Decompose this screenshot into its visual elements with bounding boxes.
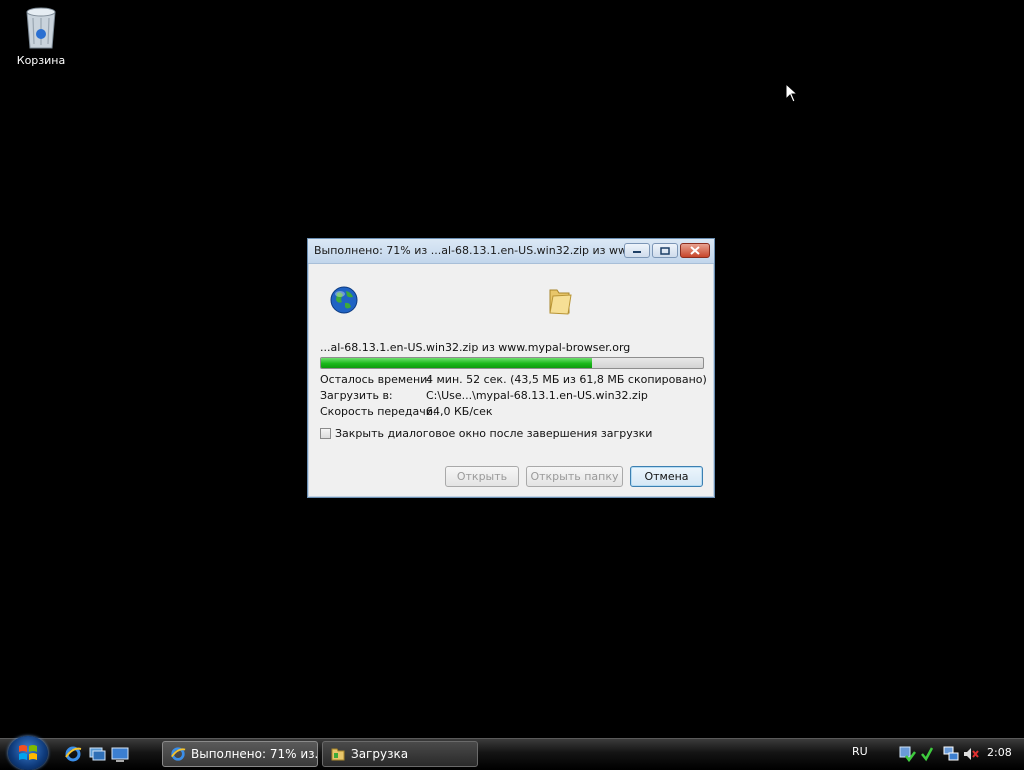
minimize-icon xyxy=(633,250,641,253)
language-indicator[interactable]: RU xyxy=(852,745,868,758)
open-button[interactable]: Открыть xyxy=(445,466,519,487)
maximize-button[interactable] xyxy=(652,243,678,258)
info-value: 64,0 КБ/сек xyxy=(426,405,493,418)
clock[interactable]: 2:08 xyxy=(987,746,1012,759)
minimize-button[interactable] xyxy=(624,243,650,258)
globe-icon xyxy=(330,286,358,314)
switch-windows-icon[interactable] xyxy=(88,745,106,763)
maximize-icon xyxy=(660,246,670,255)
start-button[interactable] xyxy=(8,736,48,770)
checkmark-icon[interactable] xyxy=(920,745,934,763)
info-row-time-left: Осталось времени:4 мин. 52 сек. (43,5 МБ… xyxy=(320,373,707,386)
info-row-transfer-rate: Скорость передачи:64,0 КБ/сек xyxy=(320,405,493,418)
info-value: 4 мин. 52 сек. (43,5 МБ из 61,8 МБ скопи… xyxy=(426,373,707,386)
download-progress-fill xyxy=(321,358,593,368)
download-dialog: Выполнено: 71% из ...al-68.13.1.en-US.wi… xyxy=(307,238,715,498)
info-label: Осталось времени: xyxy=(320,373,431,386)
internet-explorer-icon xyxy=(171,747,186,761)
desktop-icon-label: Корзина xyxy=(16,54,66,67)
security-center-icon[interactable] xyxy=(898,745,916,763)
dialog-title: Выполнено: 71% из ...al-68.13.1.en-US.wi… xyxy=(314,244,624,257)
recycle-bin-icon xyxy=(26,7,56,49)
open-folder-button[interactable]: Открыть папку xyxy=(526,466,623,487)
network-icon[interactable] xyxy=(942,745,960,763)
dialog-titlebar[interactable]: Выполнено: 71% из ...al-68.13.1.en-US.wi… xyxy=(308,239,714,264)
close-when-done-label: Закрыть диалоговое окно после завершения… xyxy=(335,427,653,440)
close-when-done-option[interactable]: Закрыть диалоговое окно после завершения… xyxy=(320,427,652,440)
cancel-button[interactable]: Отмена xyxy=(630,466,703,487)
internet-explorer-quicklaunch-icon[interactable] xyxy=(64,745,82,763)
download-file-name: ...al-68.13.1.en-US.win32.zip из www.myp… xyxy=(320,341,631,354)
info-row-save-to: Загрузить в: C:\Use...\mypal-68.13.1.en-U… xyxy=(320,389,648,402)
taskbar-item-download-progress[interactable]: Выполнено: 71% из... xyxy=(162,741,318,767)
close-button[interactable] xyxy=(680,243,710,258)
taskbar-item-label: Загрузка xyxy=(351,747,409,761)
info-value: C:\Use...\mypal-68.13.1.en-US.win32.zip xyxy=(426,389,648,402)
show-desktop-icon[interactable] xyxy=(111,745,129,763)
close-icon xyxy=(690,246,700,255)
taskbar-item-label: Выполнено: 71% из... xyxy=(191,747,318,761)
taskbar: Выполнено: 71% из... Загрузка RU 2:08 xyxy=(0,736,1024,770)
desktop-icon-recycle-bin[interactable]: Корзина xyxy=(10,4,72,67)
info-label: Загрузить в: xyxy=(320,389,393,402)
taskbar-item-downloads[interactable]: Загрузка xyxy=(322,741,478,767)
download-folder-icon xyxy=(331,748,345,761)
volume-muted-icon[interactable] xyxy=(962,745,980,763)
info-label: Скорость передачи: xyxy=(320,405,437,418)
folder-icon xyxy=(549,289,572,315)
mouse-cursor-icon xyxy=(785,83,799,103)
windows-logo-icon xyxy=(19,745,37,760)
close-when-done-checkbox[interactable] xyxy=(320,428,331,439)
download-progress-bar xyxy=(320,357,704,369)
